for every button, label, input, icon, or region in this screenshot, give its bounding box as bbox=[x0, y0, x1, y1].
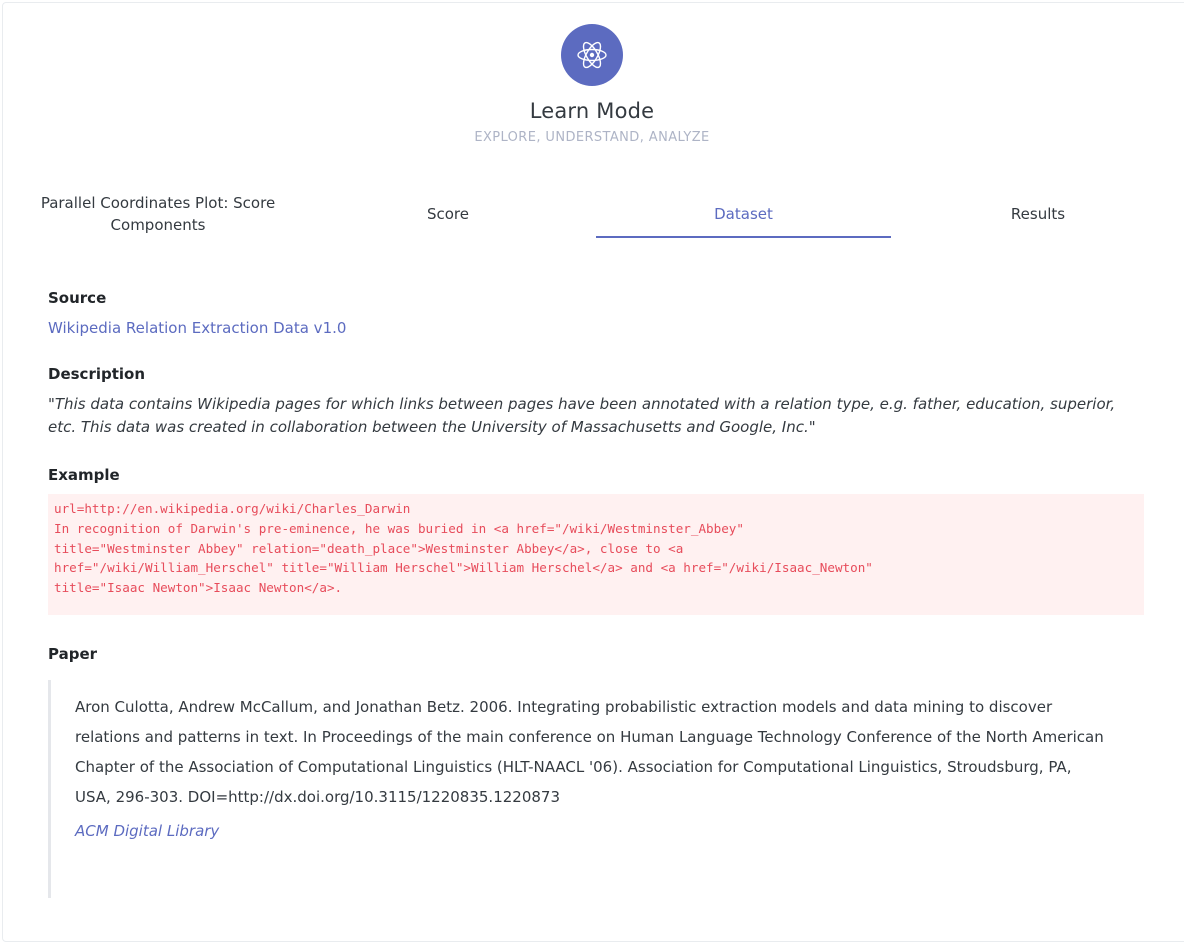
tab-label: Score bbox=[426, 205, 469, 223]
page-subtitle: EXPLORE, UNDERSTAND, ANALYZE bbox=[474, 130, 710, 145]
acm-library-link[interactable]: ACM Digital Library bbox=[75, 822, 219, 840]
tab-dataset[interactable]: Dataset bbox=[596, 192, 891, 238]
tab-score[interactable]: Score bbox=[302, 192, 594, 236]
tab-label: Parallel Coordinates Plot: Score Compone… bbox=[40, 194, 276, 234]
description-text: "This data contains Wikipedia pages for … bbox=[48, 395, 1116, 436]
paper-citation: Aron Culotta, Andrew McCallum, and Jonat… bbox=[75, 698, 1104, 806]
source-link[interactable]: Wikipedia Relation Extraction Data v1.0 bbox=[48, 319, 346, 337]
atom-icon bbox=[561, 24, 623, 86]
page-header: Learn Mode EXPLORE, UNDERSTAND, ANALYZE bbox=[0, 24, 1184, 145]
tab-label: Dataset bbox=[714, 205, 773, 223]
paper-blockquote: Aron Culotta, Andrew McCallum, and Jonat… bbox=[48, 680, 1108, 898]
page-title: Learn Mode bbox=[529, 99, 655, 123]
description-heading: Description bbox=[48, 365, 146, 383]
tab-label: Results bbox=[1010, 205, 1066, 223]
paper-heading: Paper bbox=[48, 645, 98, 663]
source-heading: Source bbox=[48, 289, 107, 307]
example-heading: Example bbox=[48, 466, 120, 484]
tab-bar: Parallel Coordinates Plot: Score Compone… bbox=[10, 192, 1180, 238]
example-code-block: url=http://en.wikipedia.org/wiki/Charles… bbox=[48, 494, 1144, 615]
tab-results[interactable]: Results bbox=[892, 192, 1184, 236]
tab-parallel-coordinates[interactable]: Parallel Coordinates Plot: Score Compone… bbox=[10, 192, 306, 236]
